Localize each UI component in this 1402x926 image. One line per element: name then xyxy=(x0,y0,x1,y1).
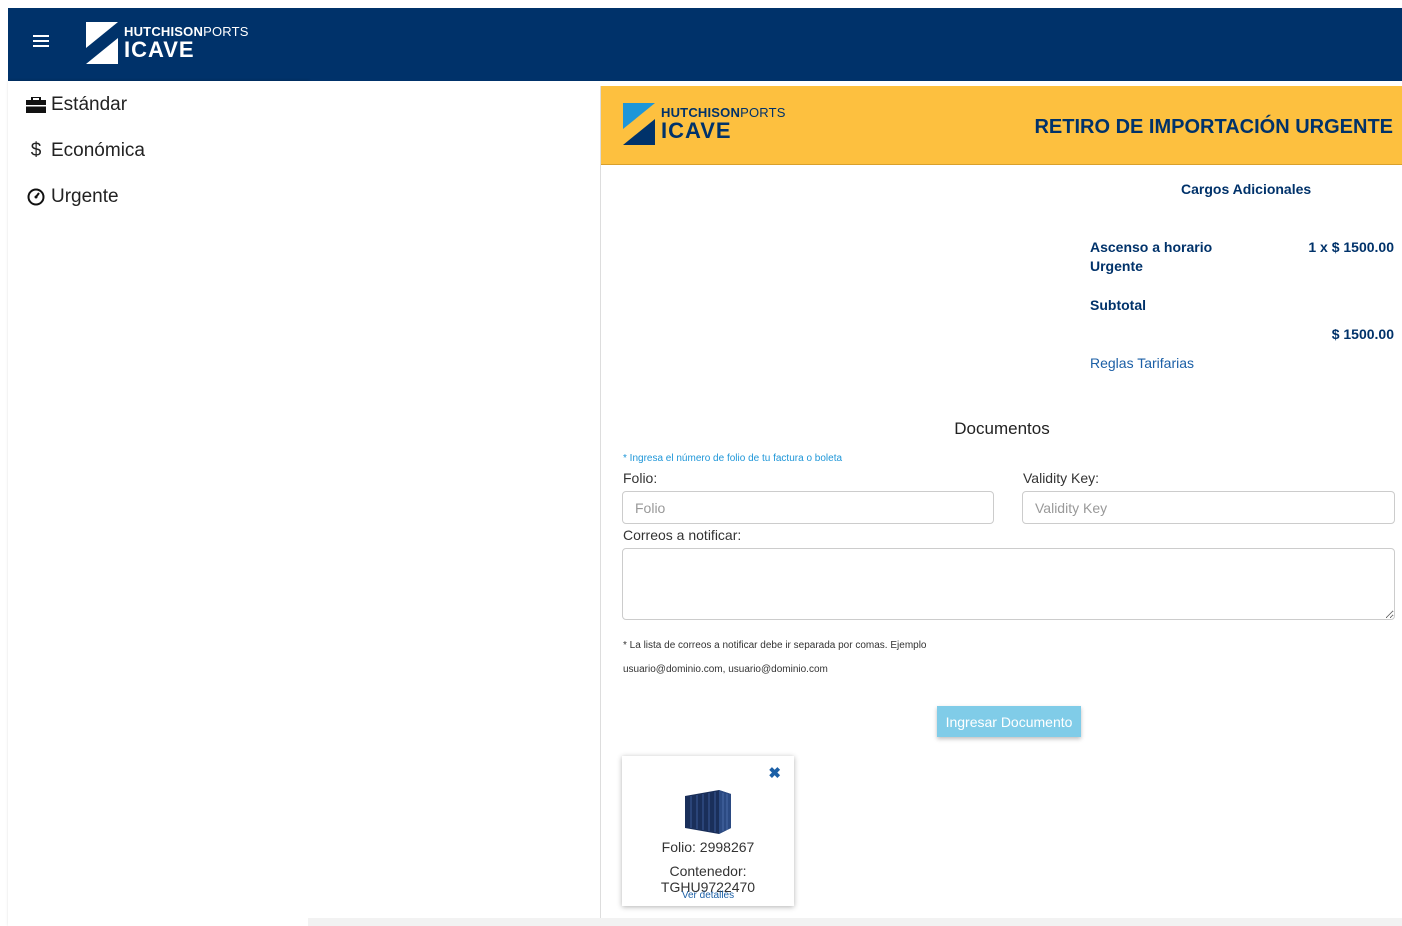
correos-textarea[interactable] xyxy=(622,548,1395,620)
cargos-title: Cargos Adicionales xyxy=(1181,181,1312,197)
logo-mark-icon xyxy=(623,103,655,145)
sidebar-item-economica[interactable]: $ Económica xyxy=(8,128,308,174)
sidebar-item-urgente[interactable]: Urgente xyxy=(8,174,308,220)
folio-hint: * Ingresa el número de folio de tu factu… xyxy=(623,453,843,464)
ver-detalles-link[interactable]: Ver detalles xyxy=(622,890,794,901)
subtotal-label: Subtotal xyxy=(1090,297,1146,313)
folio-label: Folio: xyxy=(623,470,658,486)
panel-logo: HUTCHISONPORTS ICAVE xyxy=(623,103,786,145)
sidebar-item-label: Urgente xyxy=(51,186,119,207)
documentos-title: Documentos xyxy=(954,419,1050,438)
logo-text: HUTCHISONPORTS ICAVE xyxy=(124,24,249,62)
cargo-item-label: Ascenso a horario Urgente xyxy=(1090,239,1213,274)
cargo-item-value: 1 x $ 1500.00 xyxy=(1308,239,1394,255)
folio-input[interactable] xyxy=(622,491,994,524)
document-card: ✖ Folio: 2998267 Contenedor: TGHU9722470… xyxy=(622,756,794,906)
retiro-panel: HUTCHISONPORTS ICAVE RETIRO DE IMPORTACI… xyxy=(600,86,1402,918)
sidebar-item-estandar[interactable]: Estándar xyxy=(8,82,308,128)
briefcase-icon xyxy=(25,95,47,115)
dashboard-icon xyxy=(25,187,47,207)
reglas-tarifarias-link[interactable]: Reglas Tarifarias xyxy=(1090,355,1194,371)
shipping-container-icon xyxy=(685,790,731,834)
sidebar-item-label: Estándar xyxy=(51,94,128,115)
sidebar-item-label: Económica xyxy=(51,140,145,161)
validity-key-input[interactable] xyxy=(1022,491,1395,524)
top-navbar: HUTCHISONPORTS ICAVE xyxy=(8,8,1402,81)
correos-example: usuario@dominio.com, usuario@dominio.com xyxy=(623,664,828,675)
content-left-area xyxy=(308,81,600,926)
hutchison-icave-logo[interactable]: HUTCHISONPORTS ICAVE xyxy=(86,22,249,64)
correos-label: Correos a notificar: xyxy=(623,527,742,543)
page-title: RETIRO DE IMPORTACIÓN URGENTE xyxy=(1034,116,1393,138)
logo-text: HUTCHISONPORTS ICAVE xyxy=(661,105,786,143)
subtotal-value: $ 1500.00 xyxy=(1331,326,1394,342)
correos-note: * La lista de correos a notificar debe i… xyxy=(623,640,927,651)
panel-header: HUTCHISONPORTS ICAVE RETIRO DE IMPORTACI… xyxy=(601,86,1402,165)
close-icon[interactable]: ✖ xyxy=(768,764,781,782)
card-folio: Folio: 2998267 xyxy=(661,839,755,855)
sidebar: Estándar $ Económica Urgente xyxy=(8,81,308,926)
dollar-icon: $ xyxy=(30,140,42,161)
validity-key-label: Validity Key: xyxy=(1023,470,1099,486)
bottom-strip xyxy=(308,918,1402,926)
hamburger-icon[interactable] xyxy=(33,35,49,49)
ingresar-documento-button[interactable]: Ingresar Documento xyxy=(937,706,1081,737)
logo-mark-icon xyxy=(86,22,118,64)
